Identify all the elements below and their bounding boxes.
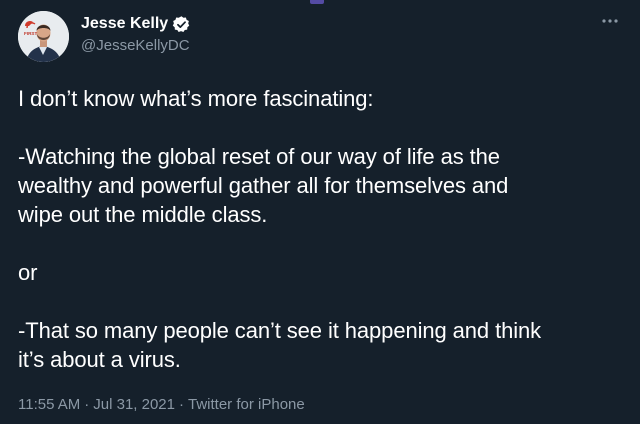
more-options-icon[interactable] xyxy=(598,14,622,28)
tweet-meta: 11:55 AM · Jul 31, 2021 · Twitter for iP… xyxy=(18,396,305,413)
tweet-text: I don’t know what’s more fascinating: -W… xyxy=(18,84,618,374)
author-name-row: Jesse Kelly xyxy=(81,13,191,35)
meta-separator: · xyxy=(179,396,184,413)
tweet-paragraph: or xyxy=(18,260,38,285)
avatar-image: FIRST xyxy=(18,11,69,62)
avatar-badge-text: FIRST xyxy=(24,31,37,36)
tweet-time[interactable]: 11:55 AM xyxy=(18,396,80,413)
tweet-card: FIRST Jesse Kelly @JesseKellyDC I don’t … xyxy=(0,0,640,424)
author-handle[interactable]: @JesseKellyDC xyxy=(81,37,190,54)
tweet-paragraph: I don’t know what’s more fascinating: xyxy=(18,86,374,111)
tweet-date[interactable]: Jul 31, 2021 xyxy=(93,396,175,413)
author-display-name[interactable]: Jesse Kelly xyxy=(81,15,168,33)
tweet-source[interactable]: Twitter for iPhone xyxy=(188,396,305,413)
verified-badge-icon xyxy=(172,15,191,34)
meta-separator: · xyxy=(84,396,90,413)
top-indicator xyxy=(310,0,324,4)
avatar[interactable]: FIRST xyxy=(18,11,69,62)
tweet-paragraph: -Watching the global reset of our way of… xyxy=(18,144,509,227)
tweet-paragraph: -That so many people can’t see it happen… xyxy=(18,318,542,372)
